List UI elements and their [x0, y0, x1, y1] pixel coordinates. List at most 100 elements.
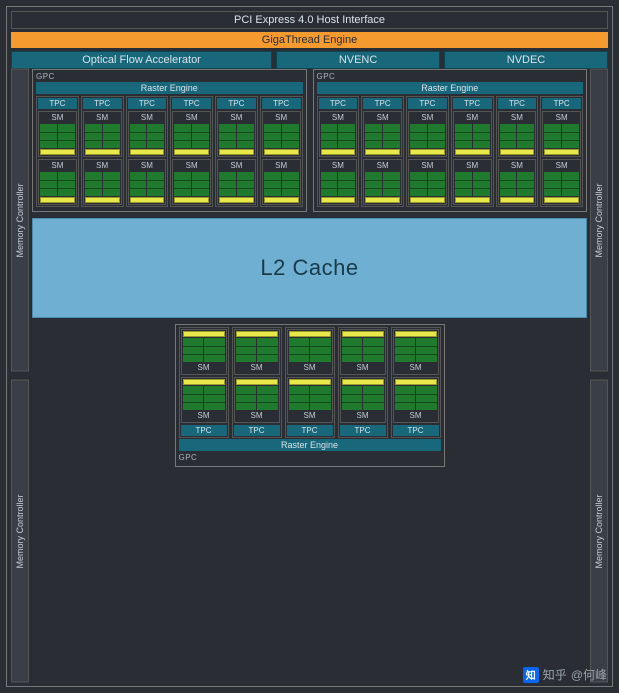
- tensor-rt-block: [342, 331, 384, 337]
- tensor-rt-block: [410, 149, 445, 155]
- sm-block: SM: [181, 329, 227, 375]
- sm-block: SM: [234, 377, 280, 423]
- tpc-label: TPC: [340, 425, 386, 436]
- sm-block: SM: [38, 111, 77, 157]
- sm-label: SM: [174, 161, 209, 171]
- tensor-rt-block: [130, 197, 165, 203]
- cuda-cores: [264, 172, 299, 196]
- cuda-cores: [365, 124, 400, 148]
- cuda-cores: [40, 172, 75, 196]
- sm-label: SM: [289, 363, 331, 373]
- tpc-block: TPCSMSM: [391, 327, 441, 438]
- cuda-cores: [321, 172, 356, 196]
- tpc-block: TPCSMSM: [81, 96, 124, 207]
- sm-label: SM: [174, 113, 209, 123]
- memory-controller: Memory Controller: [590, 380, 608, 683]
- tpc-row: TPCSMSMTPCSMSMTPCSMSMTPCSMSMTPCSMSMTPCSM…: [36, 96, 303, 207]
- tensor-rt-block: [395, 379, 437, 385]
- tensor-rt-block: [174, 197, 209, 203]
- cuda-cores: [455, 172, 490, 196]
- sm-label: SM: [289, 411, 331, 421]
- tpc-block: TPCSMSM: [496, 96, 539, 207]
- sm-label: SM: [365, 113, 400, 123]
- sm-label: SM: [544, 113, 579, 123]
- cuda-cores: [174, 124, 209, 148]
- tensor-rt-block: [183, 331, 225, 337]
- tensor-rt-block: [174, 149, 209, 155]
- sm-label: SM: [455, 161, 490, 171]
- tensor-rt-block: [395, 331, 437, 337]
- header-block: PCI Express 4.0 Host Interface GigaThrea…: [7, 7, 612, 69]
- tpc-block: TPCSMSM: [179, 327, 229, 438]
- sm-label: SM: [500, 113, 535, 123]
- sm-label: SM: [219, 161, 254, 171]
- tpc-row: TPCSMSMTPCSMSMTPCSMSMTPCSMSMTPCSMSM: [179, 327, 441, 438]
- sm-label: SM: [342, 411, 384, 421]
- tensor-rt-block: [455, 149, 490, 155]
- die-body: Memory ControllerMemory Controller GPCRa…: [7, 69, 612, 686]
- sm-label: SM: [365, 161, 400, 171]
- ofa-block: Optical Flow Accelerator: [11, 51, 272, 69]
- tensor-rt-block: [500, 197, 535, 203]
- tpc-block: TPCSMSM: [260, 96, 303, 207]
- tensor-rt-block: [500, 149, 535, 155]
- sm-block: SM: [234, 329, 280, 375]
- gpu-die-diagram: PCI Express 4.0 Host Interface GigaThrea…: [6, 6, 613, 687]
- gpc-block: GPCRaster EngineTPCSMSMTPCSMSMTPCSMSMTPC…: [175, 324, 445, 467]
- sm-block: SM: [319, 111, 358, 157]
- tpc-block: TPC SMSM: [317, 96, 360, 207]
- tensor-rt-block: [130, 149, 165, 155]
- sm-block: SM: [453, 159, 492, 205]
- tensor-rt-block: [455, 197, 490, 203]
- tensor-rt-block: [236, 331, 278, 337]
- sm-block: SM: [319, 159, 358, 205]
- raster-engine-bar: Raster Engine: [36, 82, 303, 94]
- raster-engine-bar: Raster Engine: [317, 82, 584, 94]
- cuda-cores: [500, 172, 535, 196]
- sm-label: SM: [40, 113, 75, 123]
- tpc-block: TPC SM SM: [215, 96, 258, 207]
- cuda-cores: [183, 338, 225, 362]
- tpc-label: TPC: [172, 98, 211, 109]
- cuda-cores: [289, 386, 331, 410]
- sm-label: SM: [236, 363, 278, 373]
- tpc-label: TPC: [319, 98, 358, 109]
- sm-label: SM: [219, 113, 254, 123]
- l2-cache-block: L2 Cache: [32, 218, 587, 318]
- sm-label: SM: [395, 363, 437, 373]
- sm-label: SM: [264, 161, 299, 171]
- sm-block: SM: [262, 111, 301, 157]
- tensor-rt-block: [264, 197, 299, 203]
- tensor-rt-block: [289, 379, 331, 385]
- sm-block: SM: [393, 377, 439, 423]
- tpc-label: TPC: [128, 98, 167, 109]
- sm-block: SM: [172, 111, 211, 157]
- cuda-cores: [500, 124, 535, 148]
- tpc-label: TPC: [542, 98, 581, 109]
- sm-label: SM: [455, 113, 490, 123]
- gpc-block: GPCRaster EngineTPCSMSMTPCSMSMTPCSMSMTPC…: [313, 69, 588, 212]
- sm-block: SM: [83, 159, 122, 205]
- pci-interface-bar: PCI Express 4.0 Host Interface: [11, 11, 608, 29]
- sm-label: SM: [342, 363, 384, 373]
- tpc-block: TPC SM SM: [170, 96, 213, 207]
- cuda-cores: [130, 172, 165, 196]
- sm-block: SM: [542, 111, 581, 157]
- sm-block: SM: [217, 159, 256, 205]
- tpc-label: TPC: [217, 98, 256, 109]
- cuda-cores: [395, 386, 437, 410]
- tensor-rt-block: [289, 331, 331, 337]
- nvenc-block: NVENC: [276, 51, 440, 69]
- memory-controller: Memory Controller: [590, 69, 608, 372]
- tpc-label: TPC: [363, 98, 402, 109]
- gpc-label: GPC: [36, 72, 303, 81]
- tensor-rt-block: [321, 197, 356, 203]
- sm-block: SM: [287, 377, 333, 423]
- memory-controller: Memory Controller: [11, 380, 29, 683]
- tensor-rt-block: [410, 197, 445, 203]
- cuda-cores: [236, 386, 278, 410]
- sm-label: SM: [500, 161, 535, 171]
- tensor-rt-block: [219, 149, 254, 155]
- tpc-block: TPCSMSM: [451, 96, 494, 207]
- sm-block: SM: [262, 159, 301, 205]
